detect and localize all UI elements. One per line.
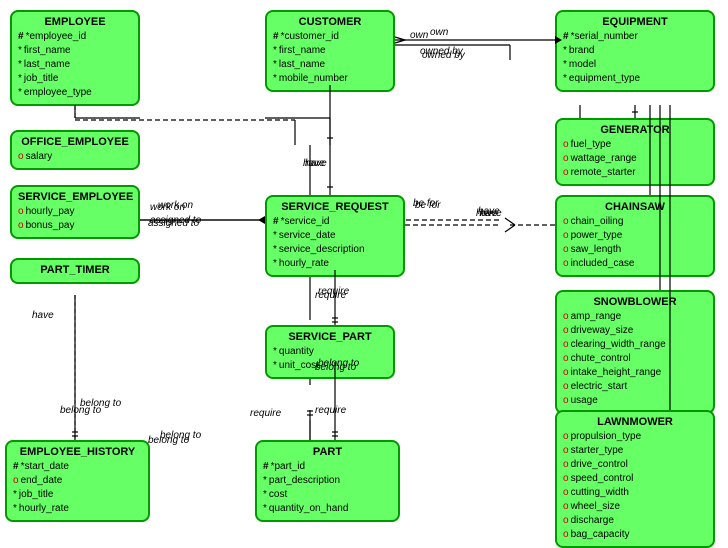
- entity-equipment-title: EQUIPMENT: [563, 16, 707, 28]
- entity-employee-history: EMPLOYEE_HISTORY # *start_date oend_date…: [5, 440, 150, 522]
- entity-service-employee: SERVICE_EMPLOYEE ohourly_pay obonus_pay: [10, 185, 140, 239]
- entity-office-employee-title: OFFICE_EMPLOYEE: [18, 136, 132, 148]
- entity-generator-title: GENERATOR: [563, 124, 707, 136]
- rel-label-be-for: be for: [413, 198, 439, 209]
- entity-employee-attrs: # *employee_id *first_name *last_name *j…: [18, 30, 132, 100]
- relation-own: own: [410, 30, 428, 41]
- entity-chainsaw: CHAINSAW ochain_oiling opower_type osaw_…: [555, 195, 715, 277]
- entity-employee: EMPLOYEE # *employee_id *first_name *las…: [10, 10, 140, 106]
- rel-label-work-on: work on: [158, 200, 193, 211]
- rel-label-have-emp: have: [32, 310, 54, 321]
- entity-equipment: EQUIPMENT # *serial_number *brand *model…: [555, 10, 715, 92]
- entity-service-request: SERVICE_REQUEST # *service_id *service_d…: [265, 195, 405, 277]
- rel-label-require2: require: [250, 408, 281, 419]
- rel-label-belong-to-part: belong to: [148, 435, 189, 446]
- entity-lawnmower: LAWNMOWER opropulsion_type ostarter_type…: [555, 410, 715, 548]
- entity-customer-title: CUSTOMER: [273, 16, 387, 28]
- rel-label-own: own: [430, 27, 448, 38]
- rel-label-owned-by: owned by: [420, 46, 463, 57]
- entity-lawnmower-title: LAWNMOWER: [563, 416, 707, 428]
- entity-snowblower-title: SNOWBLOWER: [563, 296, 707, 308]
- entity-generator: GENERATOR ofuel_type owattage_range orem…: [555, 118, 715, 186]
- entity-service-employee-title: SERVICE_EMPLOYEE: [18, 191, 132, 203]
- entity-part: PART # *part_id *part_description *cost …: [255, 440, 400, 522]
- rel-label-belong-to-eh: belong to: [80, 398, 121, 409]
- entity-office-employee: OFFICE_EMPLOYEE osalary: [10, 130, 140, 170]
- entity-service-request-title: SERVICE_REQUEST: [273, 201, 397, 213]
- er-diagram: EMPLOYEE # *employee_id *first_name *las…: [0, 0, 728, 545]
- entity-employee-title: EMPLOYEE: [18, 16, 132, 28]
- rel-label-assigned: assigned to: [150, 215, 201, 226]
- rel-label-belong-to-sp: belong to: [318, 358, 359, 369]
- entity-service-part-title: SERVICE_PART: [273, 331, 387, 343]
- entity-snowblower: SNOWBLOWER oamp_range odriveway_size ocl…: [555, 290, 715, 414]
- entity-employee-history-title: EMPLOYEE_HISTORY: [13, 446, 142, 458]
- entity-part-title: PART: [263, 446, 392, 458]
- entity-part-timer: PART_TIMER: [10, 258, 140, 284]
- entity-chainsaw-title: CHAINSAW: [563, 201, 707, 213]
- entity-customer: CUSTOMER # *customer_id *first_name *las…: [265, 10, 395, 92]
- rel-label-have-cust-sr: have: [303, 158, 325, 169]
- relation-require2: require: [315, 405, 346, 416]
- rel-label-have-right: have: [476, 208, 498, 219]
- rel-label-require1: require: [318, 286, 349, 297]
- entity-part-timer-title: PART_TIMER: [18, 264, 132, 276]
